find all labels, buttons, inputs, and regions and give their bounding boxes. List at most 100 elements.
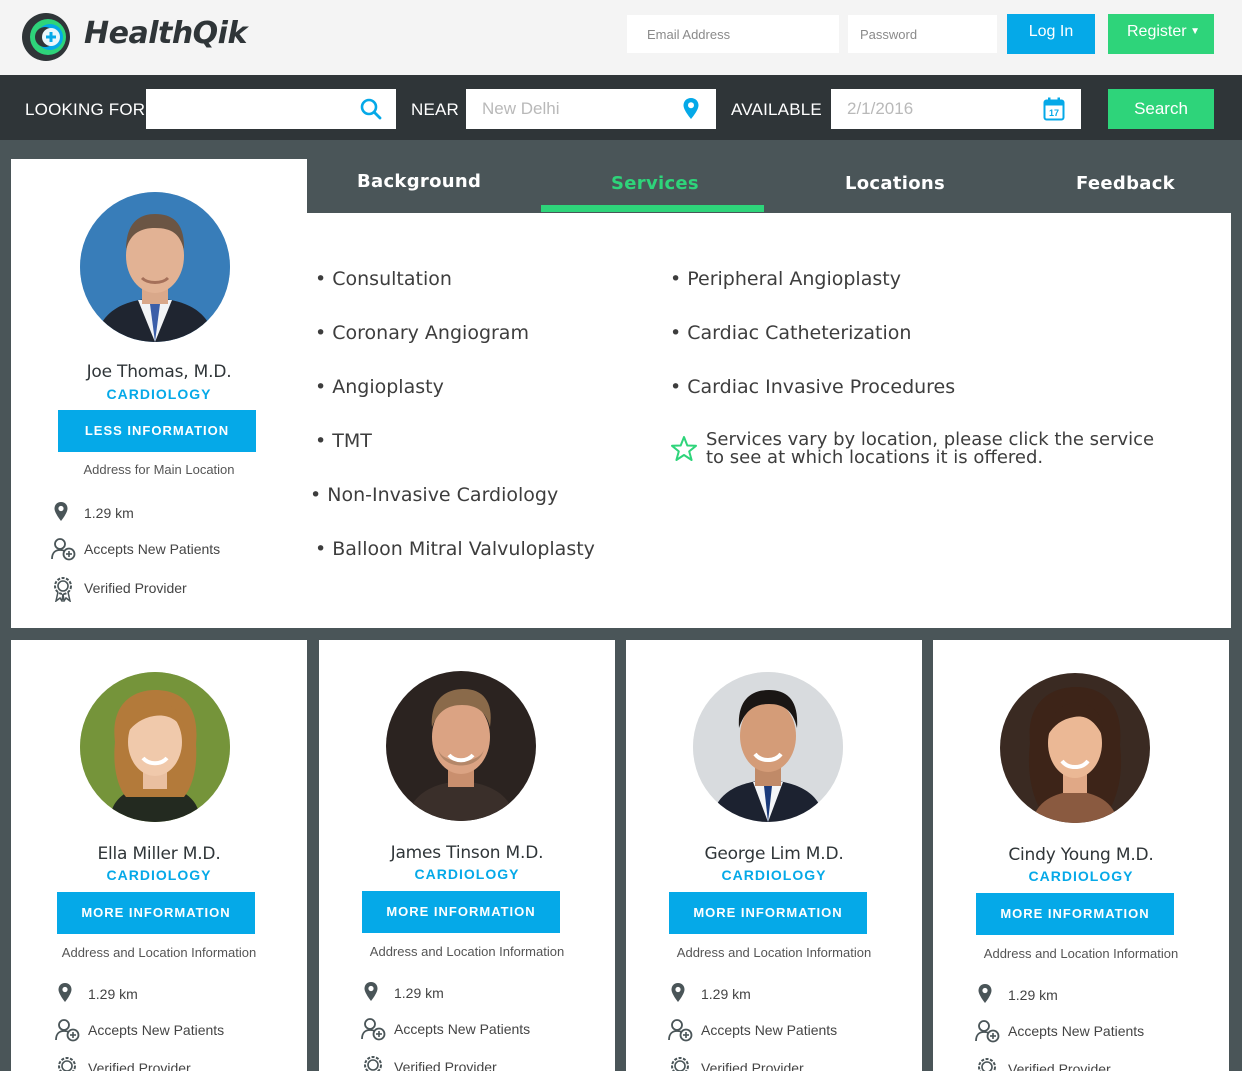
doctor-name[interactable]: Ella Miller M.D. — [11, 844, 307, 864]
doctor-address[interactable]: Address and Location Information — [319, 944, 615, 959]
doctor-photo-george-lim — [693, 672, 843, 822]
tab-feedback[interactable]: Feedback — [1076, 173, 1175, 194]
location-pin-icon — [364, 982, 378, 1001]
award-ribbon-icon — [54, 577, 72, 602]
location-pin-icon — [978, 984, 992, 1003]
award-ribbon-icon — [671, 1057, 689, 1071]
doctor-specialty: CARDIOLOGY — [106, 867, 212, 883]
service-item[interactable]: • Peripheral Angioplasty — [670, 268, 901, 290]
doctor-name[interactable]: Joe Thomas, M.D. — [11, 362, 307, 382]
verified-text: Verified Provider — [88, 1060, 191, 1071]
services-note: Services vary by location, please click … — [706, 429, 1155, 468]
location-pin-icon — [54, 502, 68, 521]
less-information-button[interactable]: LESS INFORMATION — [58, 410, 256, 452]
service-item[interactable]: • Angioplasty — [315, 376, 444, 398]
avatar[interactable] — [80, 672, 230, 822]
caret-down-icon: ▼ — [1190, 26, 1200, 37]
register-button[interactable]: Register ▼ — [1108, 14, 1214, 54]
location-pin-icon[interactable] — [682, 97, 700, 121]
tab-background[interactable]: Background — [357, 171, 481, 192]
avatar[interactable] — [1000, 673, 1150, 823]
doctor-address[interactable]: Address and Location Information — [11, 945, 307, 960]
doctor-specialty: CARDIOLOGY — [1028, 868, 1134, 884]
distance-text: 1.29 km — [394, 985, 444, 1001]
doctor-photo-joe-thomas — [80, 192, 230, 342]
password-field[interactable] — [848, 15, 997, 53]
login-button[interactable]: Log In — [1007, 14, 1095, 54]
doctor-address[interactable]: Address and Location Information — [626, 945, 922, 960]
doctor-specialty: CARDIOLOGY — [106, 386, 212, 402]
service-item[interactable]: • Cardiac Catheterization — [670, 322, 911, 344]
calendar-day-number: 17 — [1049, 108, 1059, 118]
award-ribbon-icon — [58, 1057, 76, 1071]
distance-text: 1.29 km — [1008, 987, 1058, 1003]
verified-text: Verified Provider — [1008, 1061, 1111, 1071]
star-icon — [671, 436, 697, 461]
service-item[interactable]: • Non-Invasive Cardiology — [310, 484, 558, 506]
doctor-specialty: CARDIOLOGY — [721, 867, 827, 883]
award-ribbon-icon — [364, 1056, 382, 1071]
doctor-specialty: CARDIOLOGY — [414, 866, 520, 882]
detail-tabs: Background Services Locations Feedback — [307, 159, 1231, 213]
more-information-button[interactable]: MORE INFORMATION — [669, 892, 867, 934]
doctor-photo-james-tinson — [386, 671, 536, 821]
more-information-button[interactable]: MORE INFORMATION — [57, 892, 255, 934]
distance-text: 1.29 km — [88, 986, 138, 1002]
distance-text: 1.29 km — [84, 505, 134, 521]
featured-doctor-card: Joe Thomas, M.D. CARDIOLOGY LESS INFORMA… — [11, 159, 307, 628]
doctor-photo-ella-miller — [80, 672, 230, 822]
tab-services[interactable]: Services — [611, 173, 699, 194]
available-placeholder: 2/1/2016 — [847, 99, 914, 118]
location-pin-icon — [671, 983, 685, 1002]
accepts-patients-text: Accepts New Patients — [84, 541, 221, 557]
more-information-button[interactable]: MORE INFORMATION — [976, 893, 1174, 935]
user-add-icon — [668, 1019, 693, 1042]
available-date-input[interactable]: 2/1/2016 17 — [831, 89, 1081, 129]
search-icon[interactable] — [360, 98, 382, 120]
service-item[interactable]: • Coronary Angiogram — [315, 322, 529, 344]
avatar[interactable] — [693, 672, 843, 822]
distance-text: 1.29 km — [701, 986, 751, 1002]
top-header: HealthQik Log In Register ▼ — [0, 0, 1242, 75]
service-item[interactable]: • Consultation — [315, 268, 452, 290]
accepts-patients-text: Accepts New Patients — [394, 1021, 531, 1037]
user-add-icon — [51, 538, 76, 561]
avatar[interactable] — [386, 671, 536, 821]
doctor-card-ella-miller: Ella Miller M.D. CARDIOLOGY MORE INFORMA… — [11, 640, 307, 1071]
near-placeholder: New Delhi — [482, 99, 560, 118]
service-item[interactable]: • TMT — [315, 430, 372, 452]
user-add-icon — [361, 1018, 386, 1041]
near-input[interactable]: New Delhi — [466, 89, 716, 129]
user-add-icon — [975, 1020, 1000, 1043]
available-label: AVAILABLE — [731, 100, 822, 119]
doctor-card-james-tinson: James Tinson M.D. CARDIOLOGY MORE INFORM… — [319, 640, 615, 1071]
location-pin-icon — [58, 983, 72, 1002]
doctor-name[interactable]: Cindy Young M.D. — [933, 845, 1229, 865]
near-label: NEAR — [411, 100, 460, 119]
looking-for-input[interactable] — [146, 89, 396, 129]
email-field[interactable] — [627, 15, 839, 53]
search-button[interactable]: Search — [1108, 89, 1214, 129]
active-tab-indicator — [541, 205, 764, 212]
doctor-name[interactable]: George Lim M.D. — [626, 844, 922, 864]
accepts-patients-text: Accepts New Patients — [1008, 1023, 1145, 1039]
looking-for-label: LOOKING FOR — [25, 100, 146, 119]
service-item[interactable]: • Cardiac Invasive Procedures — [670, 376, 955, 398]
verified-text: Verified Provider — [701, 1060, 804, 1071]
more-information-button[interactable]: MORE INFORMATION — [362, 891, 560, 933]
logo-icon[interactable] — [20, 12, 72, 62]
service-item[interactable]: • Balloon Mitral Valvuloplasty — [315, 538, 595, 560]
tab-locations[interactable]: Locations — [845, 173, 945, 194]
doctor-card-cindy-young: Cindy Young M.D. CARDIOLOGY MORE INFORMA… — [933, 640, 1229, 1071]
doctor-name[interactable]: James Tinson M.D. — [319, 843, 615, 863]
doctor-address[interactable]: Address for Main Location — [11, 462, 307, 477]
calendar-icon[interactable]: 17 — [1043, 97, 1065, 121]
doctor-card-george-lim: George Lim M.D. CARDIOLOGY MORE INFORMAT… — [626, 640, 922, 1071]
avatar[interactable] — [80, 192, 230, 342]
verified-text: Verified Provider — [84, 580, 187, 596]
verified-text: Verified Provider — [394, 1059, 497, 1071]
accepts-patients-text: Accepts New Patients — [88, 1022, 225, 1038]
doctor-address[interactable]: Address and Location Information — [933, 946, 1229, 961]
brand-name[interactable]: HealthQik — [84, 16, 247, 51]
doctor-details-panel: Background Services Locations Feedback •… — [307, 159, 1231, 628]
